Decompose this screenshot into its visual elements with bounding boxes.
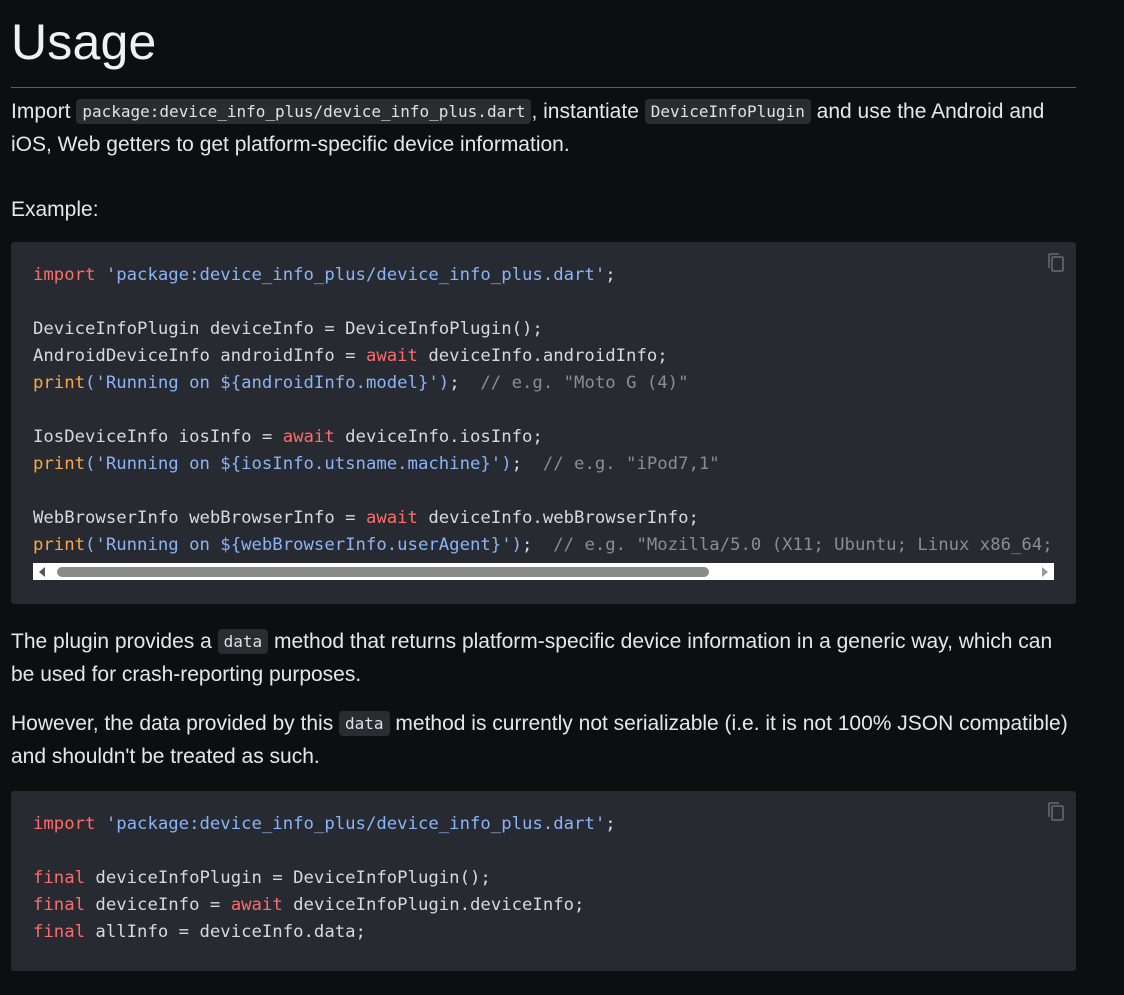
code-example: import 'package:device_info_plus/device_…: [33, 262, 1054, 559]
code-line: IosDeviceInfo iosInfo = await deviceInfo…: [33, 427, 543, 447]
code-line: DeviceInfoPlugin deviceInfo = DeviceInfo…: [33, 319, 543, 339]
example-label: Example:: [11, 198, 99, 221]
code-block-data: import 'package:device_info_plus/device_…: [11, 791, 1076, 971]
data-method-paragraph: The plugin provides a data method that r…: [11, 626, 1071, 691]
code-data-example: import 'package:device_info_plus/device_…: [33, 811, 1054, 946]
section-heading: Usage: [11, 14, 157, 70]
code-line: print('Running on ${iosInfo.utsname.mach…: [33, 454, 720, 474]
code-line: final deviceInfo = await deviceInfoPlugi…: [33, 895, 585, 915]
code-line: final deviceInfoPlugin = DeviceInfoPlugi…: [33, 868, 491, 888]
para2-text-1: The plugin provides a: [11, 630, 218, 653]
intro-text-1: Import: [11, 100, 77, 123]
inline-code-data: data: [339, 711, 390, 736]
intro-paragraph: Import package:device_info_plus/device_i…: [11, 96, 1071, 161]
scroll-left-icon[interactable]: [39, 567, 45, 577]
serialization-note-paragraph: However, the data provided by this data …: [11, 708, 1071, 773]
code-block-example: import 'package:device_info_plus/device_…: [11, 242, 1076, 604]
inline-code-data: data: [217, 629, 269, 654]
horizontal-scrollbar[interactable]: [33, 563, 1054, 580]
code-line: import 'package:device_info_plus/device_…: [33, 814, 616, 834]
scrollbar-thumb[interactable]: [57, 567, 709, 577]
scroll-right-icon[interactable]: [1042, 567, 1048, 577]
inline-code-plugin: DeviceInfoPlugin: [644, 99, 811, 124]
code-line: print('Running on ${androidInfo.model}')…: [33, 373, 689, 393]
code-line: final allInfo = deviceInfo.data;: [33, 922, 366, 942]
code-line: AndroidDeviceInfo androidInfo = await de…: [33, 346, 668, 366]
intro-text-2: , instantiate: [531, 100, 645, 123]
inline-code-import: package:device_info_plus/device_info_plu…: [76, 99, 532, 124]
para3-text-1: However, the data provided by this: [11, 712, 340, 735]
code-line: import 'package:device_info_plus/device_…: [33, 265, 616, 285]
code-line: print('Running on ${webBrowserInfo.userA…: [33, 535, 1053, 555]
code-line: WebBrowserInfo webBrowserInfo = await de…: [33, 508, 699, 528]
heading-divider: [11, 87, 1076, 88]
